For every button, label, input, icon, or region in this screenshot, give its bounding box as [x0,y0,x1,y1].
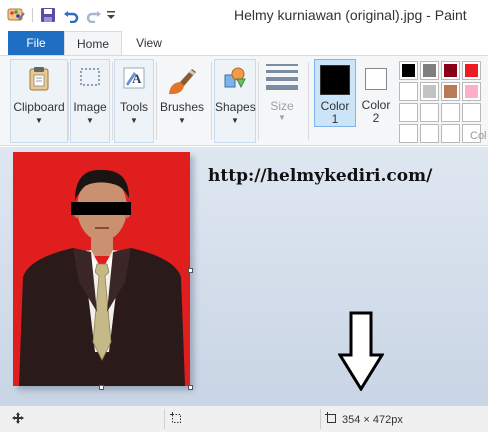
ribbon-separator [308,62,309,140]
redo-icon[interactable] [84,6,104,24]
tools-label: Tools [119,100,148,114]
palette-color-swatch[interactable] [462,61,481,80]
chevron-down-icon: ▼ [231,116,239,125]
title-bar: Helmy kurniawan (original).jpg - Paint [0,0,488,30]
palette-color-swatch[interactable] [462,103,481,122]
color2-swatch [365,68,387,90]
photo-canvas[interactable] [13,152,190,386]
undo-icon[interactable] [61,6,81,24]
ribbon-separator [258,62,259,140]
palette-color-swatch[interactable] [420,82,439,101]
chevron-down-icon: ▼ [86,116,94,125]
clipboard-icon [27,66,51,95]
down-arrow-icon [337,311,385,394]
watermark-text: http://helmykediri.com/ [208,166,433,186]
shapes-icon [223,66,247,93]
clipboard-button[interactable]: Clipboard ▼ [10,59,68,143]
status-bar: 354 × 472px [0,405,488,432]
paint-app-icon[interactable] [6,6,26,24]
palette-color-swatch[interactable] [399,103,418,122]
ribbon-separator [68,62,69,140]
palette-color-swatch[interactable] [441,61,460,80]
status-separator [164,409,165,429]
size-label: Size [270,99,294,113]
image-size-readout: 354 × 472px [325,412,403,428]
brush-icon [166,66,198,99]
palette-color-swatch[interactable] [399,124,418,143]
tab-view[interactable]: View [124,31,174,56]
ribbon-tabs: File Home View [0,30,488,58]
color1-swatch [320,65,350,95]
select-icon [79,66,101,91]
tab-file[interactable]: File [8,31,64,56]
chevron-down-icon: ▼ [35,116,43,125]
palette-color-swatch[interactable] [441,82,460,101]
save-icon[interactable] [38,6,58,24]
status-separator [320,409,321,429]
chevron-down-icon: ▼ [130,116,138,125]
ribbon-separator [211,62,212,140]
image-label: Image [73,100,107,114]
palette-color-swatch[interactable] [420,61,439,80]
image-size-text: 354 × 472px [342,414,403,426]
palette-color-swatch[interactable] [441,124,460,143]
tab-home[interactable]: Home [64,31,122,58]
ribbon-separator [156,62,157,140]
image-size-icon [325,412,338,428]
palette-color-swatch[interactable] [462,82,481,101]
tools-icon: A [122,66,146,93]
tools-button[interactable]: A Tools ▼ [114,59,154,143]
image-button[interactable]: Image ▼ [70,59,110,143]
chevron-down-icon: ▼ [278,113,286,122]
size-lines-icon[interactable] [266,64,298,94]
palette-color-swatch[interactable] [399,82,418,101]
brushes-label: Brushes [159,100,205,114]
shapes-button[interactable]: Shapes ▼ [214,59,256,143]
ribbon: Clipboard ▼ Image ▼ A Tools ▼ Brushes ▼ … [0,55,488,146]
censor-bar [71,202,131,215]
selection-size-icon [170,412,183,425]
color2-label: Color 2 [361,98,391,125]
resize-handle-corner[interactable] [188,385,193,390]
palette-color-swatch[interactable] [420,103,439,122]
ribbon-separator [112,62,113,140]
portrait-image [13,152,190,386]
resize-handle-right[interactable] [188,268,193,273]
color1-button[interactable]: Color 1 [314,59,356,127]
shapes-label: Shapes [215,100,256,114]
clipboard-label: Clipboard [13,100,65,114]
palette-color-swatch[interactable] [420,124,439,143]
colors-group-label: Col [470,130,487,142]
canvas-workspace[interactable]: http://helmykediri.com/ [0,147,488,405]
palette-color-swatch[interactable] [441,103,460,122]
customize-dropdown-icon[interactable] [104,6,118,24]
brushes-button[interactable]: Brushes ▼ [158,59,206,143]
color1-label: Color 1 [320,99,350,126]
window-title: Helmy kurniawan (original).jpg - Paint [234,7,467,23]
palette-color-swatch[interactable] [399,61,418,80]
move-cursor-icon [12,412,24,424]
chevron-down-icon: ▼ [178,116,186,125]
resize-handle-bottom[interactable] [99,385,104,390]
qat-separator [32,8,33,22]
color2-button[interactable]: Color 2 [360,59,392,127]
